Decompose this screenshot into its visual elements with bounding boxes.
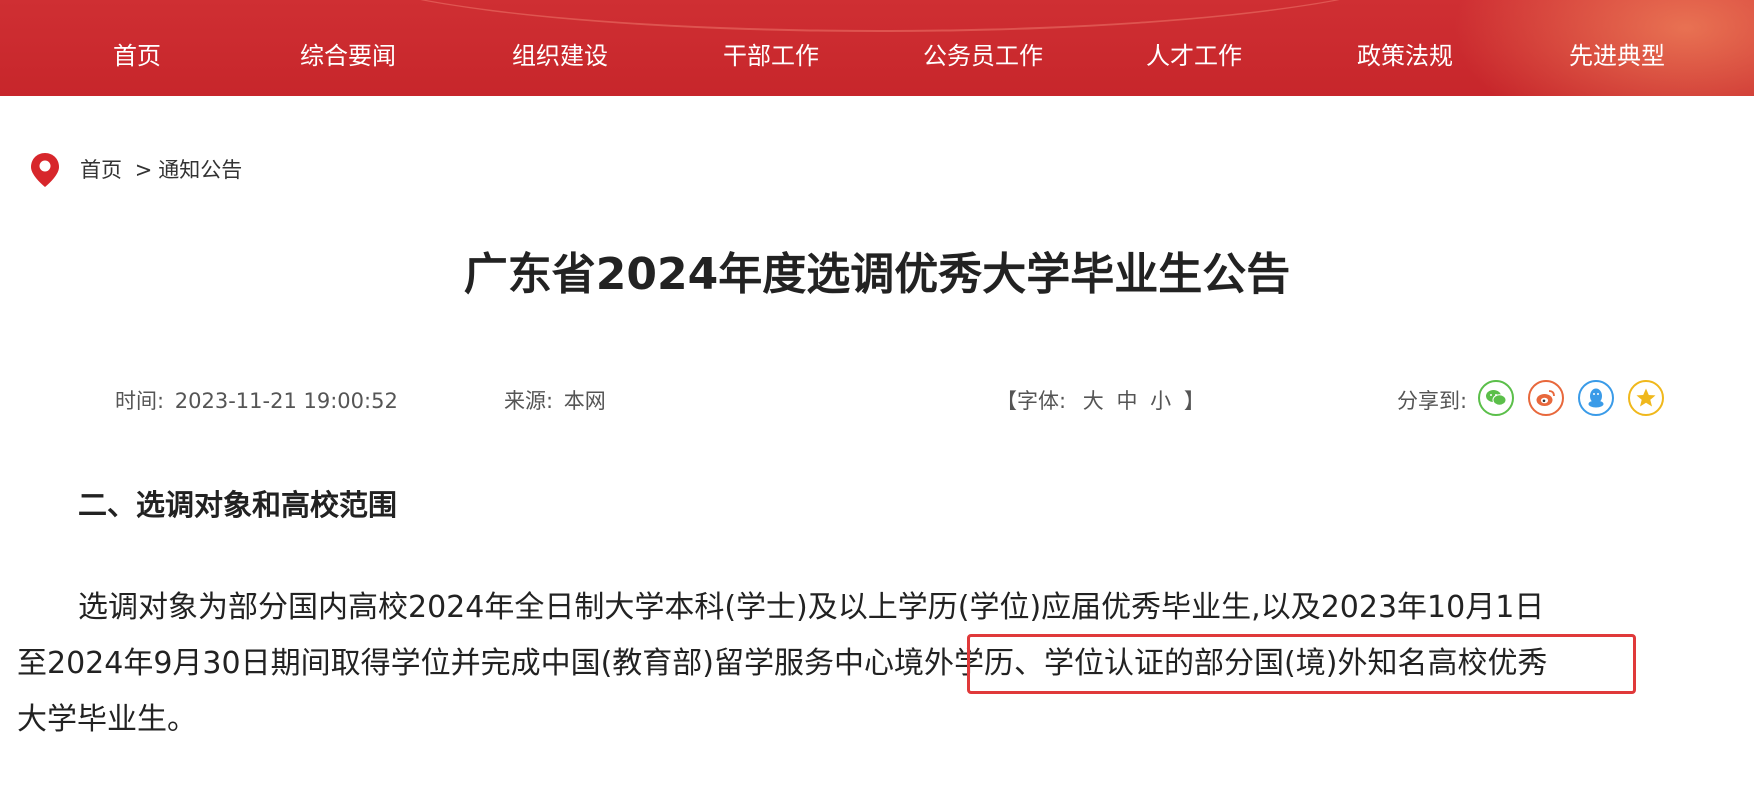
font-size-prefix: 【字体:	[996, 389, 1067, 413]
nav-item-organization[interactable]: 组织建设	[512, 36, 608, 76]
qzone-icon	[1636, 388, 1656, 407]
weibo-icon	[1536, 390, 1555, 406]
location-pin-icon	[31, 153, 59, 187]
share-qq-button[interactable]	[1578, 380, 1614, 416]
paragraph-line-3: 大学毕业生。	[17, 702, 197, 737]
paragraph-segment: 至2024年9月30日期间取得学位并完成中国(教育部)留学服务中心	[17, 646, 895, 681]
breadcrumb-separator: >	[134, 158, 153, 182]
nav-arc-decoration	[330, 0, 1430, 32]
source-label: 来源:	[504, 389, 554, 413]
font-size-controls: 【字体: 大 中 小 】	[996, 384, 1205, 418]
highlight-annotation-box	[967, 634, 1636, 694]
wechat-icon	[1486, 390, 1507, 406]
share-qzone-button[interactable]	[1628, 380, 1664, 416]
breadcrumb-home-link[interactable]: 首页	[80, 158, 122, 182]
share-label: 分享到:	[1397, 389, 1468, 413]
paragraph-line-1: 选调对象为部分国内高校2024年全日制大学本科(学士)及以上学历(学位)应届优秀…	[78, 590, 1545, 625]
nav-item-talent[interactable]: 人才工作	[1146, 36, 1242, 76]
source-value: 本网	[563, 389, 606, 413]
section-heading: 二、选调对象和高校范围	[78, 488, 398, 522]
font-size-large-button[interactable]: 大	[1083, 389, 1104, 413]
top-navigation: 首页 综合要闻 组织建设 干部工作 公务员工作 人才工作 政策法规 先进典型	[0, 0, 1754, 96]
article-title: 广东省2024年度选调优秀大学毕业生公告	[463, 249, 1291, 300]
nav-item-news[interactable]: 综合要闻	[300, 36, 396, 76]
breadcrumb-current-link[interactable]: 通知公告	[158, 158, 242, 182]
nav-item-models[interactable]: 先进典型	[1569, 36, 1665, 76]
nav-item-cadre[interactable]: 干部工作	[723, 36, 819, 76]
publish-time: 时间: 2023-11-21 19:00:52	[115, 384, 398, 418]
font-size-small-button[interactable]: 小	[1150, 389, 1171, 413]
nav-item-home[interactable]: 首页	[113, 36, 161, 76]
article-source: 来源: 本网	[504, 384, 606, 418]
share-weibo-button[interactable]	[1528, 380, 1564, 416]
font-size-suffix: 】	[1183, 389, 1205, 413]
qq-icon	[1588, 388, 1604, 408]
time-value: 2023-11-21 19:00:52	[174, 389, 398, 413]
time-label: 时间:	[115, 389, 165, 413]
share-wechat-button[interactable]	[1478, 380, 1514, 416]
breadcrumb: 首页 > 通知公告	[80, 155, 242, 185]
font-size-medium-button[interactable]: 中	[1116, 389, 1137, 413]
nav-item-policy[interactable]: 政策法规	[1357, 36, 1453, 76]
nav-item-civil-servant[interactable]: 公务员工作	[923, 36, 1043, 76]
